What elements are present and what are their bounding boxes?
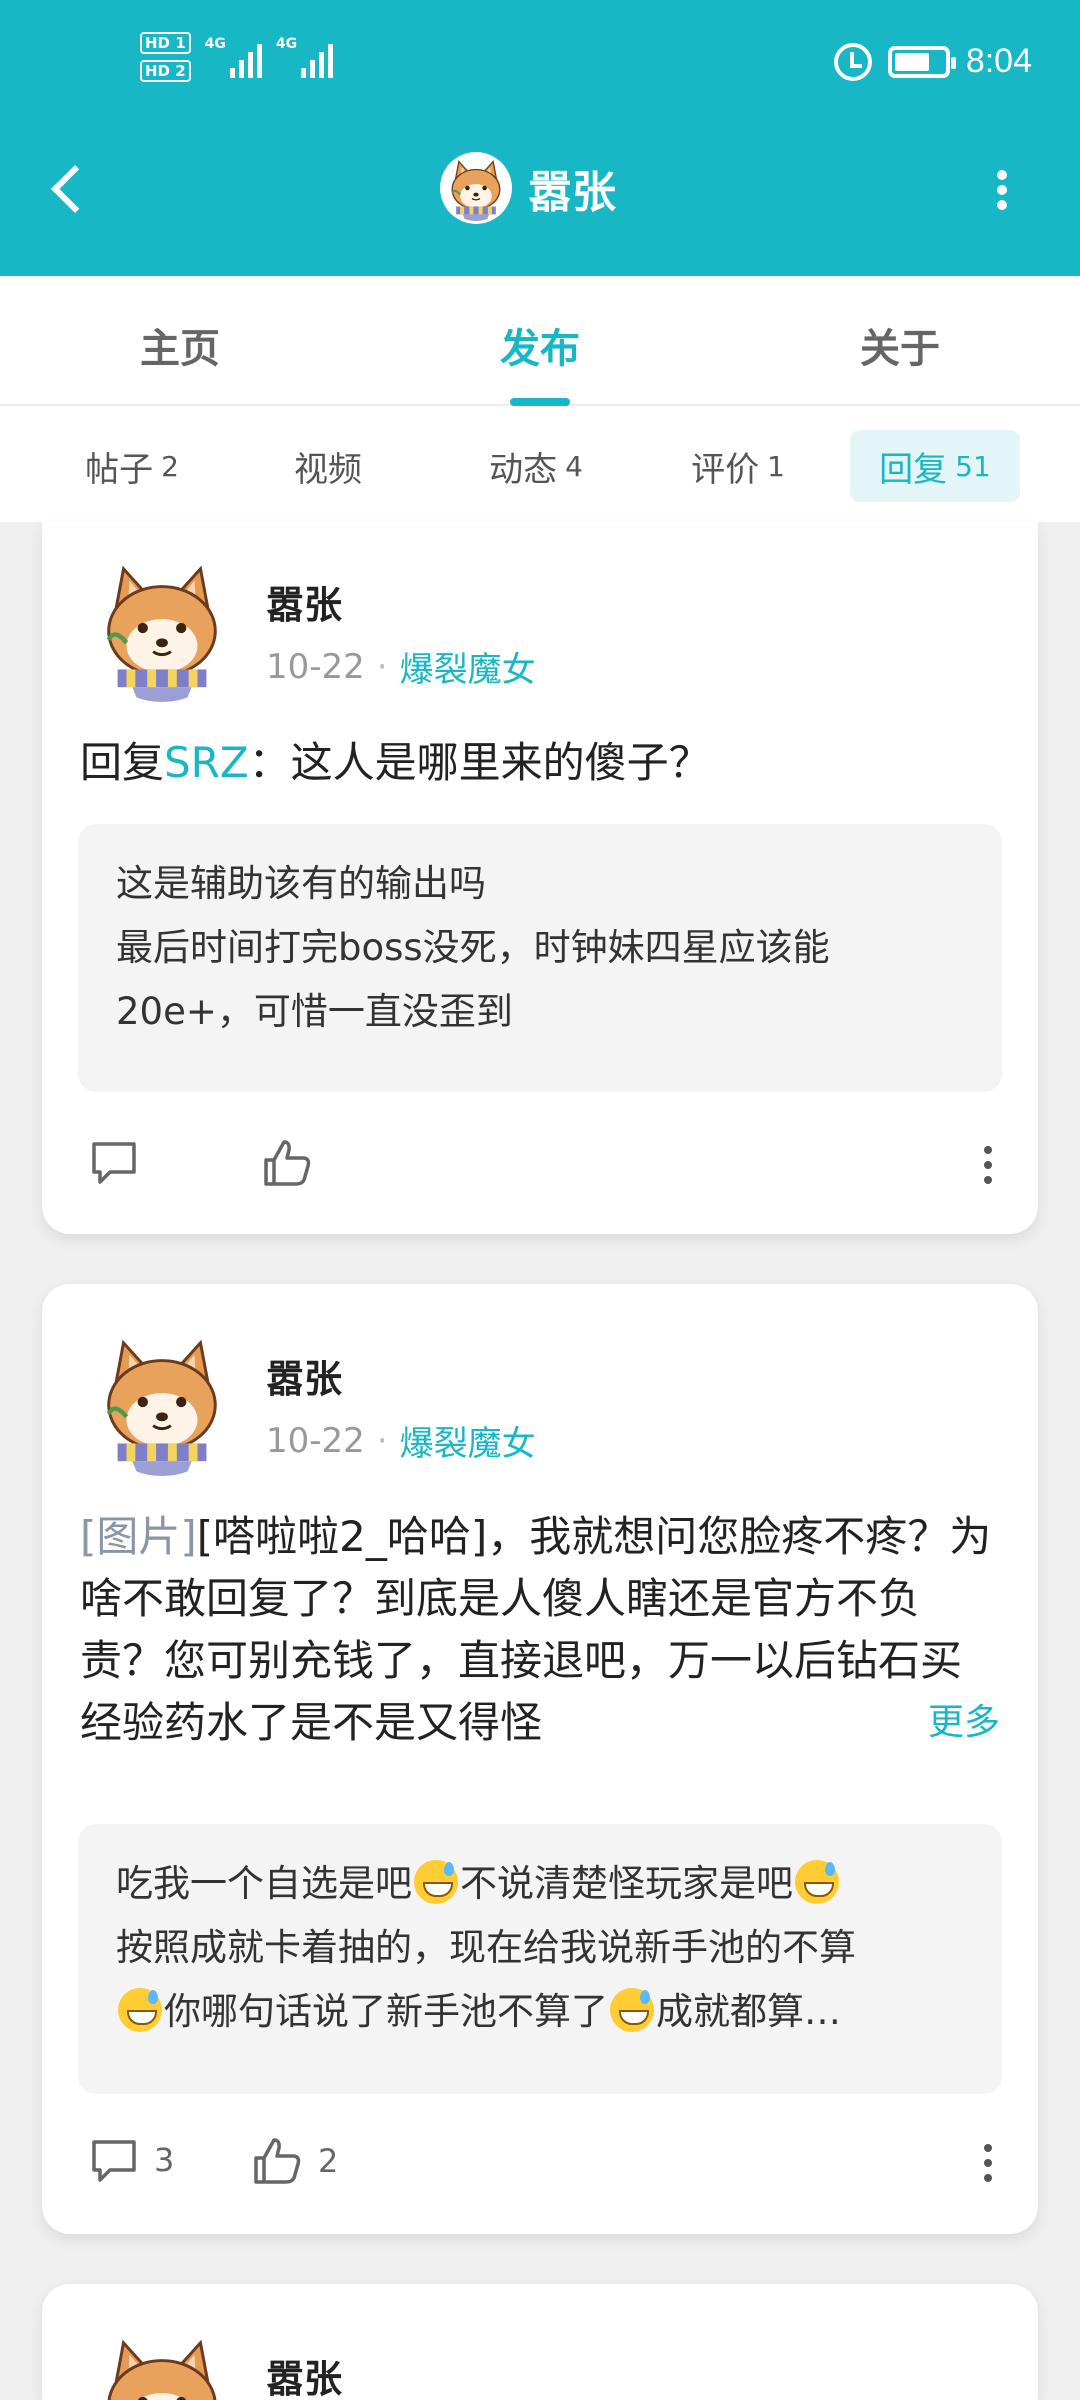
author-name[interactable]: 嚣张 [266,1348,342,1403]
avatar[interactable] [88,1328,236,1476]
post-meta: 10-22 · 爆裂魔女 [266,642,536,691]
sim2-badge: HD 2 [140,60,191,82]
comment-button[interactable]: 3 [88,2134,174,2186]
like-button[interactable]: 2 [250,2134,338,2188]
battery-icon [887,45,956,78]
reply-text[interactable]: 回复SRZ：这人是哪里来的傻子？ [80,732,1000,794]
image-tag[interactable]: [图片] [80,1512,197,1561]
header-profile[interactable]: 嚣张 [440,152,616,224]
back-arrow-icon[interactable] [44,160,92,220]
subtab-videos[interactable]: 视频 [268,430,388,502]
sim-signals: HD 1 HD 2 4G 4G [140,32,334,82]
signal-icon: 4G [205,32,262,78]
thumbs-up-icon [254,2138,301,2184]
page-title: 嚣张 [528,167,616,218]
reply-card[interactable]: 嚣张 10-22 · 爆裂魔女 [图片][嗒啦啦2_哈哈]，我就想问您脸疼不疼？… [42,1284,1038,2234]
post-date: 10-22 [266,1420,365,1461]
more-options-icon[interactable] [978,2138,998,2188]
sweat-smile-emoji [610,1988,654,2032]
comment-icon [92,1142,136,1184]
game-tag[interactable]: 爆裂魔女 [400,642,536,691]
author-name[interactable]: 嚣张 [266,574,342,629]
reply-card[interactable]: 嚣张 10-22 · 爆裂魔女 回复SRZ：这人是哪里来的傻子？ 这是辅助该有的… [42,522,1038,1234]
sub-tabs: 帖子 2 视频 动态 4 评价 1 回复 51 [0,406,1080,522]
tab-home[interactable]: 主页 [80,316,280,374]
comment-icon [92,2140,136,2182]
subtab-moments[interactable]: 动态 4 [466,430,606,502]
subtab-replies[interactable]: 回复 51 [850,430,1020,502]
game-tag[interactable]: 爆裂魔女 [400,1416,536,1465]
sweat-smile-emoji [414,1860,458,1904]
alarm-icon [833,42,872,81]
status-time: 8:04 [965,42,1032,80]
subtab-threads[interactable]: 帖子 2 [62,430,202,502]
app-header: HD 1 HD 2 4G 4G 8:04 嚣张 [0,0,1080,276]
reply-card[interactable]: 嚣张 [42,2284,1038,2400]
quoted-comment[interactable]: 吃我一个自选是吧 不说清楚怪玩家是吧 按照成就卡着抽的，现在给我说新手池的不算 你… [78,1824,1002,2094]
avatar[interactable] [88,2328,236,2400]
subtab-reviews[interactable]: 评价 1 [668,430,808,502]
main-tabs: 主页 发布 关于 [0,276,1080,406]
reply-to-user[interactable]: SRZ [164,738,249,787]
post-actions: 3 2 [42,2124,1038,2204]
post-meta: 10-22 · 爆裂魔女 [266,1416,536,1465]
more-vertical-icon[interactable] [982,162,1022,218]
like-button[interactable] [260,1136,314,1190]
post-actions [42,1126,1038,1206]
more-options-icon[interactable] [978,1140,998,1190]
tab-posts[interactable]: 发布 [440,316,640,374]
avatar[interactable] [440,152,512,224]
thumbs-up-icon [264,1140,311,1186]
author-name[interactable]: 嚣张 [266,2348,342,2400]
comment-count: 3 [154,2141,175,2179]
sweat-smile-emoji [118,1988,162,2032]
tab-indicator [510,398,570,406]
comment-button[interactable] [88,1136,140,1188]
tab-about[interactable]: 关于 [800,316,1000,374]
post-date: 10-22 [266,646,365,687]
reply-text[interactable]: [图片][嗒啦啦2_哈哈]，我就想问您脸疼不疼？为啥不敢回复了？到底是人傻人瞎还… [80,1506,1000,1754]
more-link[interactable]: 更多 [847,1692,1000,1754]
avatar[interactable] [88,554,236,702]
like-count: 2 [318,2142,339,2180]
sweat-smile-emoji [795,1860,839,1904]
signal-icon: 4G [276,32,334,78]
status-bar: HD 1 HD 2 4G 4G 8:04 [0,0,1080,130]
sim1-badge: HD 1 [140,32,191,54]
quoted-comment[interactable]: 这是辅助该有的输出吗 最后时间打完boss没死，时钟妹四星应该能 20e+，可惜… [78,824,1002,1092]
